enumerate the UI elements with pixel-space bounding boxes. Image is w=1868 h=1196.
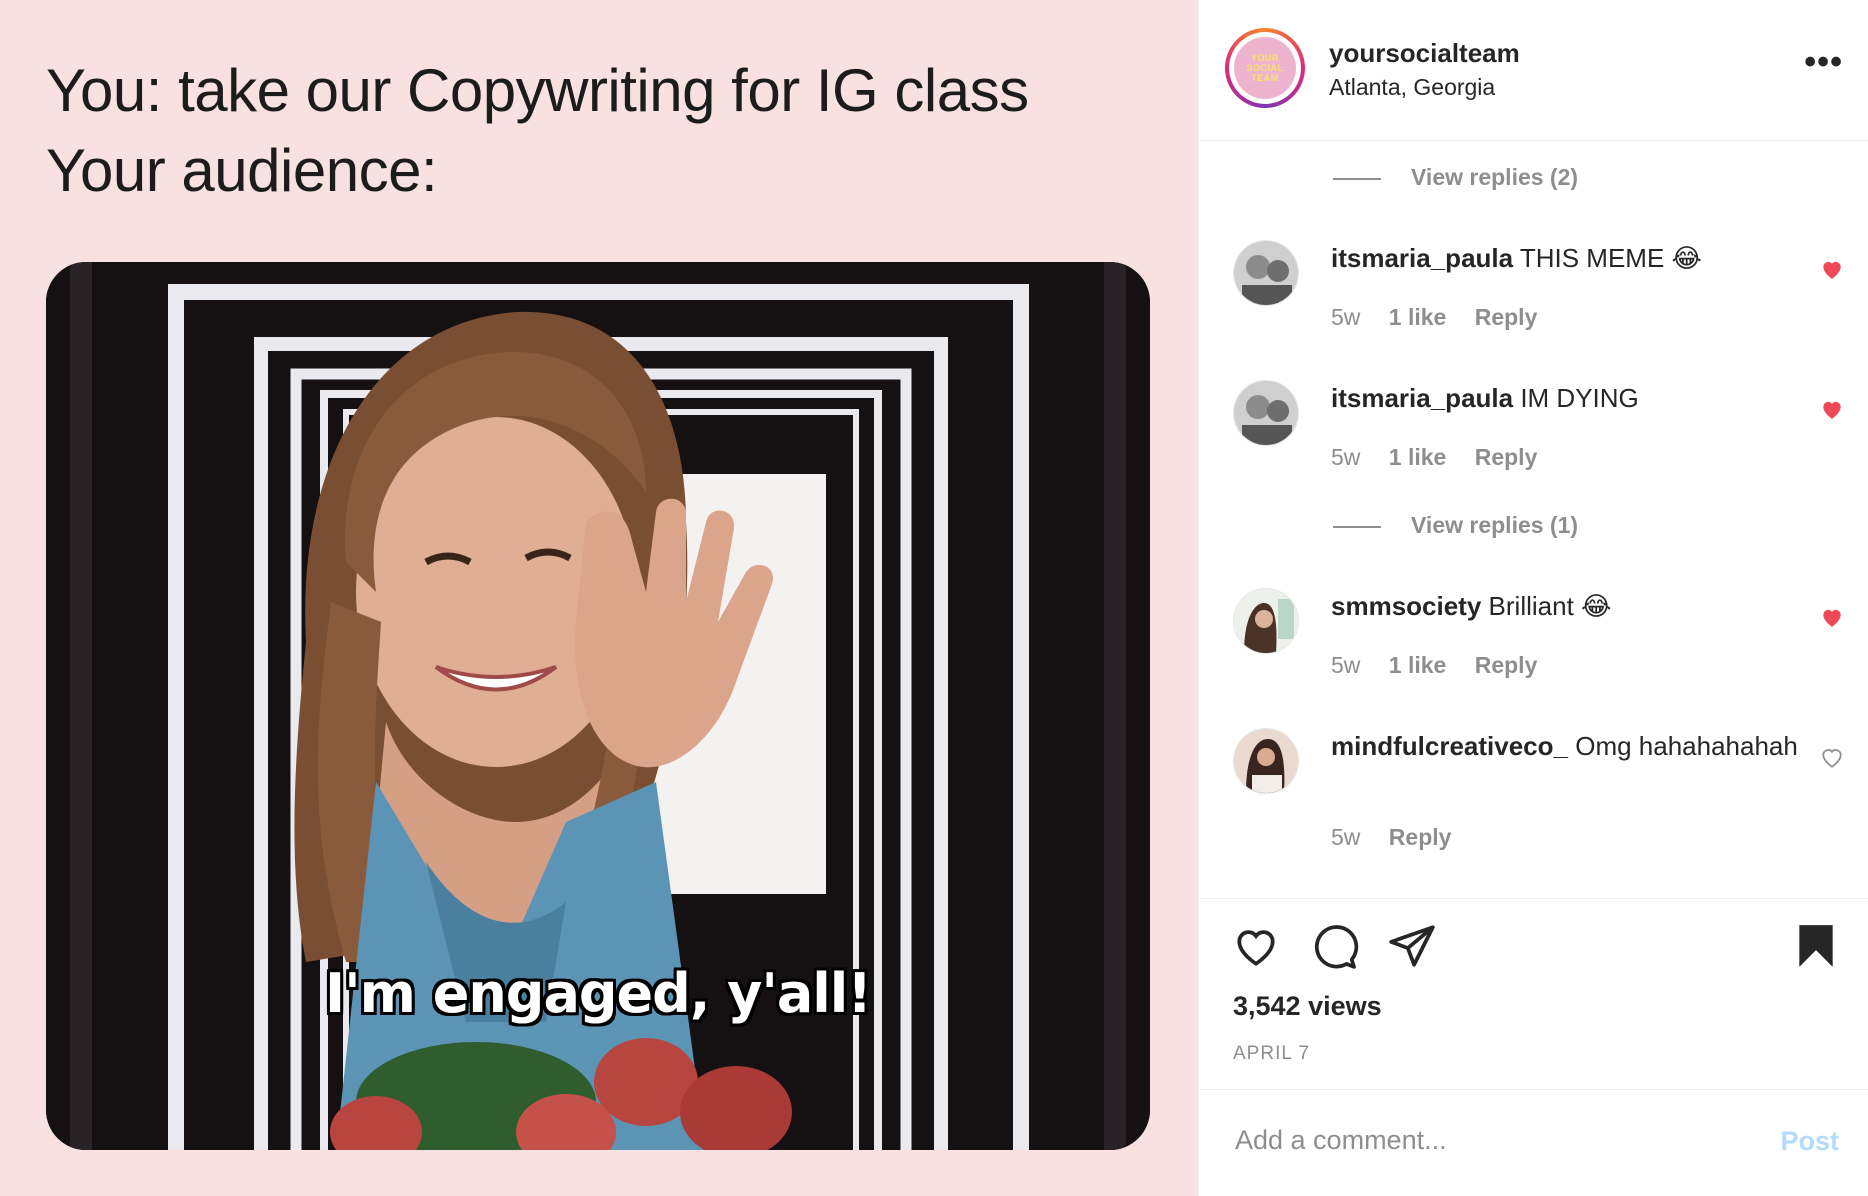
gif-caption: I'm engaged, y'all! (325, 962, 872, 1025)
heart-icon[interactable] (1819, 396, 1845, 422)
view-replies-button[interactable]: View replies (1) (1333, 512, 1578, 539)
reply-divider (1333, 177, 1381, 180)
heart-icon[interactable] (1231, 921, 1281, 971)
comment-icon[interactable] (1309, 921, 1359, 971)
comment-body: THIS MEME 😂 (1519, 243, 1702, 273)
commenter-avatar[interactable] (1233, 588, 1299, 654)
comment-body: IM DYING (1520, 383, 1639, 413)
post-sidebar: YOUR SOCIAL TEAM yoursocialteam Atlanta,… (1198, 0, 1868, 1196)
brand-logo-text: YOUR SOCIAL TEAM (1246, 53, 1284, 83)
comment-meta: 5w 1 like Reply (1331, 652, 1559, 679)
add-comment-input[interactable] (1233, 1124, 1757, 1157)
heart-outline-icon[interactable] (1819, 744, 1845, 770)
meme-text-line-1: You: take our Copywriting for IG class (46, 57, 1029, 124)
brand-logo: YOUR SOCIAL TEAM (1234, 37, 1296, 99)
comment-username[interactable]: itsmaria_paula (1331, 243, 1513, 273)
comment-age: 5w (1331, 652, 1361, 678)
comment-username[interactable]: mindfulcreativeco_ (1331, 731, 1568, 761)
comment-likes[interactable]: 1 like (1389, 652, 1447, 678)
comment-username[interactable]: smmsociety (1331, 591, 1481, 621)
comment-text: itsmaria_paula IM DYING (1331, 380, 1801, 416)
post-header: YOUR SOCIAL TEAM yoursocialteam Atlanta,… (1199, 0, 1868, 141)
meme-gif: I'm engaged, y'all! (46, 262, 1150, 1150)
heart-icon[interactable] (1819, 604, 1845, 630)
reply-button[interactable]: Reply (1389, 824, 1452, 850)
bookmark-icon[interactable] (1791, 921, 1841, 971)
more-options-icon[interactable]: ••• (1804, 45, 1843, 79)
commenter-avatar[interactable] (1233, 728, 1299, 794)
comment-text: itsmaria_paula THIS MEME 😂 (1331, 240, 1801, 276)
comment-age: 5w (1331, 304, 1361, 330)
post-location[interactable]: Atlanta, Georgia (1329, 74, 1495, 101)
comment-likes[interactable]: 1 like (1389, 304, 1447, 330)
reply-button[interactable]: Reply (1475, 304, 1538, 330)
profile-avatar[interactable]: YOUR SOCIAL TEAM (1225, 28, 1305, 108)
commenter-avatar[interactable] (1233, 380, 1299, 446)
comment-body: Brilliant 😂 (1488, 591, 1612, 621)
comment-username[interactable]: itsmaria_paula (1331, 383, 1513, 413)
meme-text-line-2: Your audience: (46, 137, 438, 204)
commenter-avatar[interactable] (1233, 240, 1299, 306)
view-replies-label: View replies (2) (1411, 164, 1579, 190)
reply-button[interactable]: Reply (1475, 444, 1538, 470)
heart-icon[interactable] (1819, 256, 1845, 282)
post-date: APRIL 7 (1233, 1043, 1311, 1064)
post-username[interactable]: yoursocialteam (1329, 38, 1520, 69)
post-actions: 3,542 views APRIL 7 (1199, 898, 1868, 1090)
comment-meta: 5w 1 like Reply (1331, 304, 1559, 331)
comment-text: mindfulcreativeco_ Omg hahahahahah (1331, 728, 1801, 764)
view-replies-label: View replies (1) (1411, 512, 1579, 538)
post-comment-button[interactable]: Post (1780, 1126, 1839, 1157)
comment-age: 5w (1331, 824, 1361, 850)
share-icon[interactable] (1387, 921, 1437, 971)
reply-button[interactable]: Reply (1475, 652, 1538, 678)
comment-meta: 5w 1 like Reply (1331, 444, 1559, 471)
comment-likes[interactable]: 1 like (1389, 444, 1447, 470)
comment-meta: 5w Reply (1331, 824, 1473, 851)
comment-body: Omg hahahahahah (1575, 731, 1798, 761)
comment-age: 5w (1331, 444, 1361, 470)
post-media: You: take our Copywriting for IG class Y… (0, 0, 1198, 1196)
view-replies-button[interactable]: View replies (2) (1333, 164, 1578, 191)
reply-divider (1333, 525, 1381, 528)
view-count[interactable]: 3,542 views (1233, 991, 1382, 1022)
comment-text: smmsociety Brilliant 😂 (1331, 588, 1801, 624)
